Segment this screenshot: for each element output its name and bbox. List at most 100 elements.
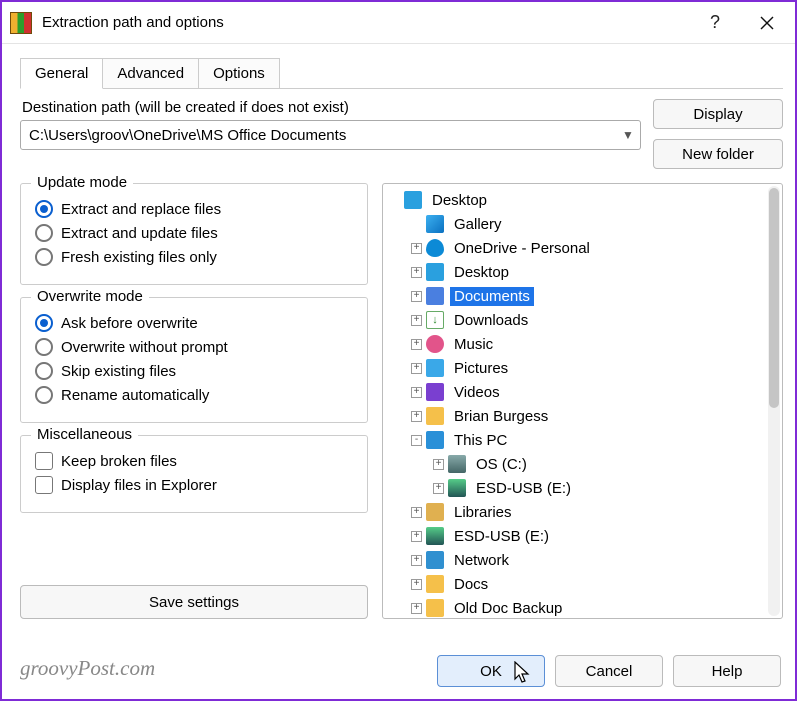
- collapse-icon[interactable]: -: [411, 435, 422, 446]
- expand-icon[interactable]: +: [411, 315, 422, 326]
- video-icon: [426, 383, 444, 401]
- tree-node[interactable]: + Music: [383, 332, 767, 356]
- gallery-icon: [426, 215, 444, 233]
- radio-rename-auto[interactable]: Rename automatically: [35, 386, 353, 404]
- display-button[interactable]: Display: [653, 99, 783, 129]
- scrollbar[interactable]: [768, 186, 780, 616]
- cancel-button[interactable]: Cancel: [555, 655, 663, 687]
- desktop-icon: [426, 263, 444, 281]
- check-label: Display files in Explorer: [61, 477, 217, 494]
- radio-icon: [35, 386, 53, 404]
- group-overwrite-mode: Overwrite mode Ask before overwrite Over…: [20, 297, 368, 423]
- radio-label: Overwrite without prompt: [61, 339, 228, 356]
- title-text: Extraction path and options: [42, 14, 224, 31]
- expand-icon[interactable]: +: [411, 531, 422, 542]
- radio-icon: [35, 314, 53, 332]
- tree-node[interactable]: + Libraries: [383, 500, 767, 524]
- expand-icon[interactable]: +: [411, 411, 422, 422]
- tree-node[interactable]: +Desktop: [383, 260, 767, 284]
- tree-node[interactable]: -This PC: [383, 428, 767, 452]
- expand-icon[interactable]: +: [433, 459, 444, 470]
- close-button[interactable]: [741, 3, 793, 43]
- tab-options[interactable]: Options: [198, 58, 280, 88]
- ok-button[interactable]: OK: [437, 655, 545, 687]
- tree-node[interactable]: Desktop: [383, 188, 767, 212]
- tab-advanced[interactable]: Advanced: [102, 58, 199, 88]
- tree-node[interactable]: +Brian Burgess: [383, 404, 767, 428]
- destination-path-input[interactable]: [21, 127, 616, 144]
- tab-general[interactable]: General: [20, 58, 103, 89]
- group-update-mode: Update mode Extract and replace files Ex…: [20, 183, 368, 285]
- save-settings-button[interactable]: Save settings: [20, 585, 368, 619]
- check-display-explorer[interactable]: Display files in Explorer: [35, 476, 353, 494]
- tree-node[interactable]: + ESD-USB (E:): [383, 476, 767, 500]
- radio-icon: [35, 338, 53, 356]
- tree-node-label: OS (C:): [472, 455, 531, 474]
- radio-ask-overwrite[interactable]: Ask before overwrite: [35, 314, 353, 332]
- tree-node[interactable]: + Network: [383, 548, 767, 572]
- tree-node-label: Libraries: [450, 503, 516, 522]
- radio-extract-replace[interactable]: Extract and replace files: [35, 200, 353, 218]
- expand-icon[interactable]: +: [411, 555, 422, 566]
- chevron-down-icon[interactable]: ▼: [616, 128, 640, 142]
- expand-icon[interactable]: +: [411, 291, 422, 302]
- expand-icon[interactable]: +: [411, 363, 422, 374]
- destination-path-combo[interactable]: ▼: [20, 120, 641, 150]
- radio-icon: [35, 248, 53, 266]
- tree-node[interactable]: + Videos: [383, 380, 767, 404]
- tree-node[interactable]: + Documents: [383, 284, 767, 308]
- radio-extract-update[interactable]: Extract and update files: [35, 224, 353, 242]
- usb-icon: [448, 479, 466, 497]
- expand-icon[interactable]: +: [411, 579, 422, 590]
- expand-icon[interactable]: +: [411, 387, 422, 398]
- expand-icon[interactable]: +: [411, 339, 422, 350]
- expand-icon[interactable]: +: [411, 243, 422, 254]
- radio-icon: [35, 224, 53, 242]
- radio-overwrite-noprompt[interactable]: Overwrite without prompt: [35, 338, 353, 356]
- close-icon: [760, 16, 774, 30]
- expand-icon[interactable]: +: [433, 483, 444, 494]
- tree-node[interactable]: +ESD-USB (E:): [383, 524, 767, 548]
- checkbox-icon: [35, 476, 53, 494]
- expand-icon[interactable]: +: [411, 603, 422, 614]
- radio-skip-existing[interactable]: Skip existing files: [35, 362, 353, 380]
- tree-node-label: Documents: [450, 287, 534, 306]
- radio-label: Extract and replace files: [61, 201, 221, 218]
- tab-page-general: Destination path (will be created if doe…: [20, 88, 783, 619]
- tree-node[interactable]: +Old Doc Backup: [383, 596, 767, 618]
- help-titlebar-button[interactable]: ?: [689, 3, 741, 43]
- tree-node-label: Music: [450, 335, 497, 354]
- radio-fresh-existing[interactable]: Fresh existing files only: [35, 248, 353, 266]
- tree-node[interactable]: + OS (C:): [383, 452, 767, 476]
- tree-node[interactable]: +Pictures: [383, 356, 767, 380]
- check-keep-broken[interactable]: Keep broken files: [35, 452, 353, 470]
- drive-icon: [448, 455, 466, 473]
- destination-path-label: Destination path (will be created if doe…: [20, 99, 641, 116]
- expander-blank: [411, 219, 422, 230]
- tree-node-label: Videos: [450, 383, 504, 402]
- winrar-icon: [10, 12, 32, 34]
- expand-icon[interactable]: +: [411, 267, 422, 278]
- expand-icon[interactable]: +: [411, 507, 422, 518]
- tree-node[interactable]: + Docs: [383, 572, 767, 596]
- folder-icon: [426, 575, 444, 593]
- title-bar: Extraction path and options ?: [2, 2, 795, 44]
- new-folder-button[interactable]: New folder: [653, 139, 783, 169]
- check-label: Keep broken files: [61, 453, 177, 470]
- radio-label: Skip existing files: [61, 363, 176, 380]
- docs-icon: [426, 287, 444, 305]
- tree-node[interactable]: Gallery: [383, 212, 767, 236]
- scrollbar-thumb[interactable]: [769, 188, 779, 408]
- tree-node-label: Network: [450, 551, 513, 570]
- tree-node-label: Gallery: [450, 215, 506, 234]
- help-button[interactable]: Help: [673, 655, 781, 687]
- pc-icon: [426, 431, 444, 449]
- tree-node-label: ESD-USB (E:): [472, 479, 575, 498]
- tree-node[interactable]: +Downloads: [383, 308, 767, 332]
- tree-node-label: Docs: [450, 575, 492, 594]
- group-miscellaneous: Miscellaneous Keep broken files Display …: [20, 435, 368, 513]
- expander-blank: [389, 195, 400, 206]
- net-icon: [426, 551, 444, 569]
- folder-tree[interactable]: Desktop Gallery +OneDrive - Personal+Deskt…: [382, 183, 783, 619]
- tree-node[interactable]: +OneDrive - Personal: [383, 236, 767, 260]
